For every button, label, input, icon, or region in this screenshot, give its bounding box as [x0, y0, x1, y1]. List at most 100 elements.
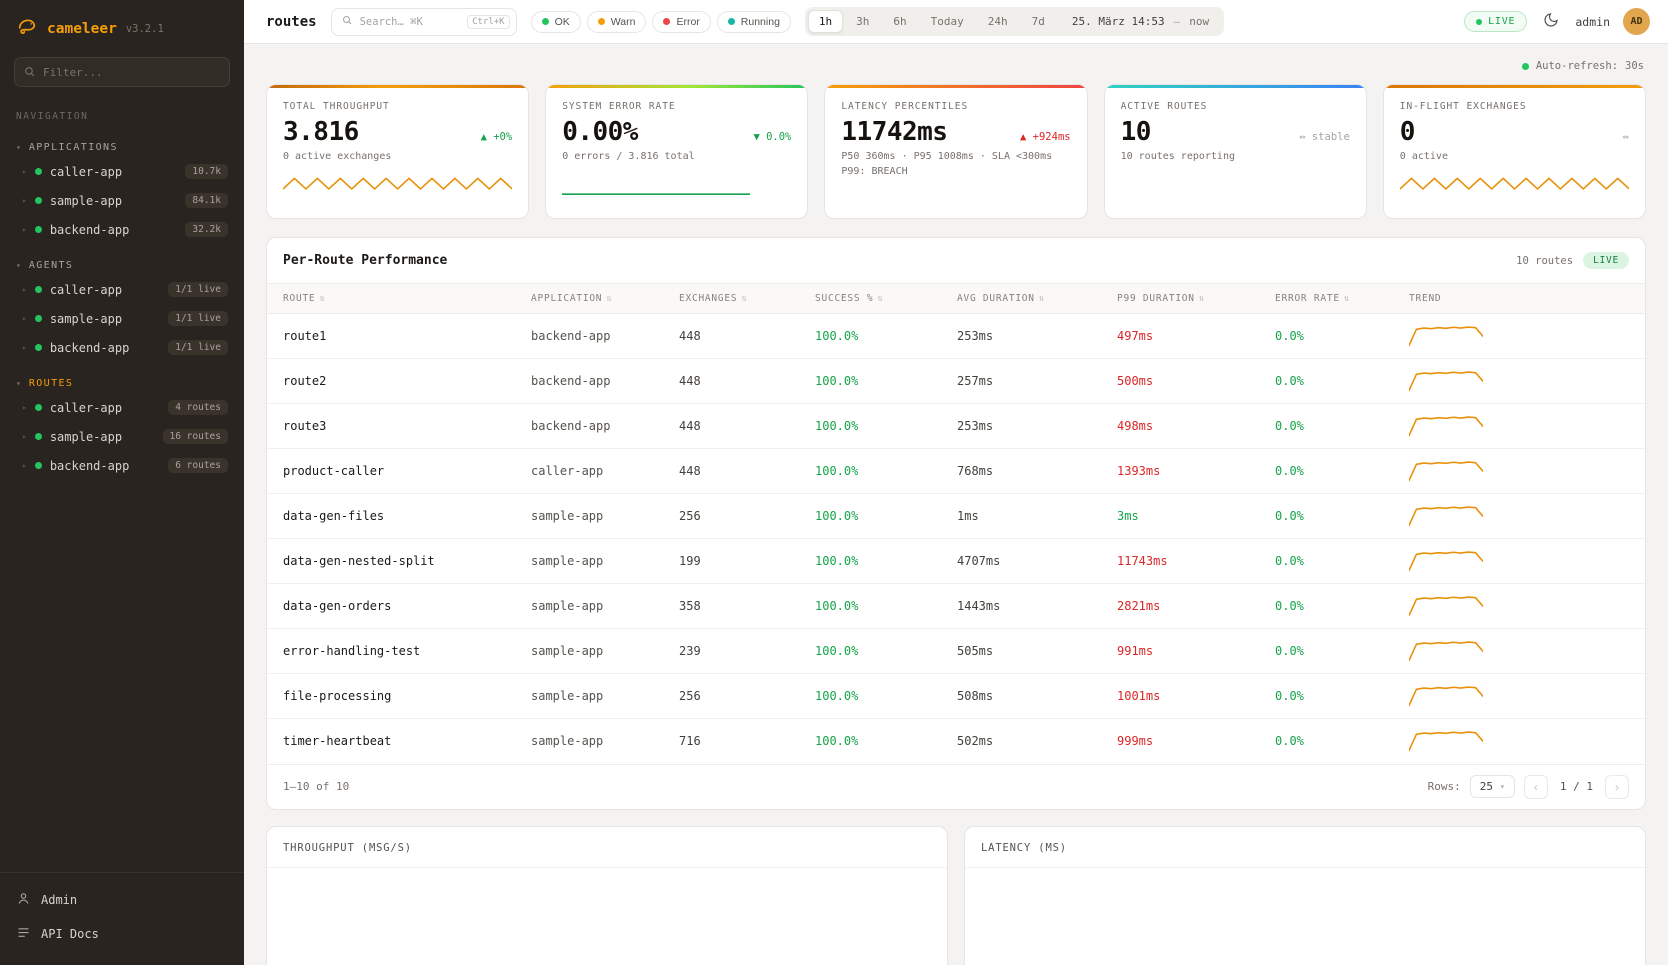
prev-page-button[interactable]: ‹: [1524, 775, 1548, 799]
date-from: 25. März 14:53: [1072, 15, 1165, 28]
range-6h-button[interactable]: 6h: [882, 10, 917, 33]
trend-sparkline: [1409, 638, 1483, 664]
cell-success: 100.0%: [799, 449, 941, 494]
status-dot: [35, 286, 42, 293]
sidebar-item-backend-app[interactable]: ▸ backend-app 32.2k: [0, 215, 244, 244]
navigation-caption: NAVIGATION: [0, 95, 244, 126]
kpi-subtext: P50 360ms · P95 1008ms · SLA <300ms: [841, 151, 1070, 162]
moon-icon: [1543, 12, 1559, 31]
column-header-application[interactable]: APPLICATION⇅: [515, 284, 663, 314]
table-row[interactable]: file-processing sample-app 256 100.0% 50…: [267, 674, 1645, 719]
filter-warn-button[interactable]: Warn: [587, 11, 647, 33]
sort-icon: ⇅: [1199, 294, 1205, 304]
cell-application: sample-app: [515, 629, 663, 674]
sort-icon: ⇅: [1344, 294, 1350, 304]
range-24h-button[interactable]: 24h: [977, 10, 1019, 33]
section-header-agents[interactable]: ▾ AGENTS: [0, 256, 244, 275]
status-dot: [35, 315, 42, 322]
cell-route[interactable]: file-processing: [267, 674, 515, 719]
pagination-range: 1–10 of 10: [283, 780, 349, 793]
table-row[interactable]: data-gen-orders sample-app 358 100.0% 14…: [267, 584, 1645, 629]
cell-route[interactable]: route1: [267, 314, 515, 359]
cell-error-rate: 0.0%: [1259, 539, 1393, 584]
dark-mode-toggle[interactable]: [1540, 9, 1562, 34]
sidebar-item-backend-app-routes[interactable]: ▸ backend-app 6 routes: [0, 451, 244, 480]
table-row[interactable]: route1 backend-app 448 100.0% 253ms 497m…: [267, 314, 1645, 359]
filter-running-button[interactable]: Running: [717, 11, 791, 33]
live-badge[interactable]: LIVE: [1464, 11, 1527, 32]
cell-trend: [1393, 539, 1645, 584]
cell-error-rate: 0.0%: [1259, 674, 1393, 719]
section-header-applications[interactable]: ▾ APPLICATIONS: [0, 138, 244, 157]
sidebar-item-badge: 1/1 live: [168, 311, 228, 326]
logo[interactable]: cameleer v3.2.1: [0, 0, 244, 53]
column-header-route[interactable]: ROUTE⇅: [267, 284, 515, 314]
table-row[interactable]: data-gen-nested-split sample-app 199 100…: [267, 539, 1645, 584]
next-page-button[interactable]: ›: [1605, 775, 1629, 799]
filter-error-button[interactable]: Error: [652, 11, 710, 33]
table-row[interactable]: data-gen-files sample-app 256 100.0% 1ms…: [267, 494, 1645, 539]
sidebar-item-sample-app-routes[interactable]: ▸ sample-app 16 routes: [0, 422, 244, 451]
kpi-label: TOTAL THROUGHPUT: [283, 101, 512, 112]
table-row[interactable]: route3 backend-app 448 100.0% 253ms 498m…: [267, 404, 1645, 449]
cell-exchanges: 199: [663, 539, 799, 584]
cell-exchanges: 448: [663, 449, 799, 494]
cell-trend: [1393, 584, 1645, 629]
sidebar-item-sample-app-agent[interactable]: ▸ sample-app 1/1 live: [0, 304, 244, 333]
column-header-p99-duration[interactable]: P99 DURATION⇅: [1101, 284, 1259, 314]
cell-route[interactable]: data-gen-nested-split: [267, 539, 515, 584]
table-row[interactable]: timer-heartbeat sample-app 716 100.0% 50…: [267, 719, 1645, 764]
column-header-error-rate[interactable]: ERROR RATE⇅: [1259, 284, 1393, 314]
search-input[interactable]: [360, 16, 460, 28]
sidebar-item-badge: 6 routes: [168, 458, 228, 473]
column-header-exchanges[interactable]: EXCHANGES⇅: [663, 284, 799, 314]
cell-route[interactable]: product-caller: [267, 449, 515, 494]
cell-avg-duration: 1ms: [941, 494, 1101, 539]
sidebar-item-label: backend-app: [50, 459, 129, 473]
column-header-success[interactable]: SUCCESS %⇅: [799, 284, 941, 314]
table-row[interactable]: error-handling-test sample-app 239 100.0…: [267, 629, 1645, 674]
sidebar-item-api-docs[interactable]: API Docs: [16, 917, 228, 951]
sidebar-item-badge: 4 routes: [168, 400, 228, 415]
filter-ok-button[interactable]: OK: [531, 11, 581, 33]
table-row[interactable]: route2 backend-app 448 100.0% 257ms 500m…: [267, 359, 1645, 404]
range-7d-button[interactable]: 7d: [1021, 10, 1056, 33]
sidebar-item-label: sample-app: [50, 312, 122, 326]
cell-route[interactable]: route3: [267, 404, 515, 449]
cell-route[interactable]: error-handling-test: [267, 629, 515, 674]
trend-sparkline: [1409, 413, 1483, 439]
time-range-selector: 1h 3h 6h Today 24h 7d 25. März 14:53 — n…: [805, 7, 1224, 36]
section-header-routes[interactable]: ▾ ROUTES: [0, 374, 244, 393]
kpi-subtext-2: P99: BREACH: [841, 166, 1070, 177]
cell-route[interactable]: data-gen-orders: [267, 584, 515, 629]
global-search[interactable]: Ctrl+K: [331, 8, 517, 36]
cell-exchanges: 448: [663, 404, 799, 449]
sidebar-item-caller-app-routes[interactable]: ▸ caller-app 4 routes: [0, 393, 244, 422]
avatar[interactable]: AD: [1623, 8, 1650, 35]
cell-application: backend-app: [515, 359, 663, 404]
table-row[interactable]: product-caller caller-app 448 100.0% 768…: [267, 449, 1645, 494]
cell-route[interactable]: data-gen-files: [267, 494, 515, 539]
range-today-button[interactable]: Today: [920, 10, 975, 33]
cell-exchanges: 256: [663, 494, 799, 539]
sidebar-item-badge: 10.7k: [185, 164, 228, 179]
rows-per-page-select[interactable]: 25 ▾: [1470, 775, 1515, 798]
cell-route[interactable]: timer-heartbeat: [267, 719, 515, 764]
sidebar-item-caller-app-agent[interactable]: ▸ caller-app 1/1 live: [0, 275, 244, 304]
column-header-avg-duration[interactable]: AVG DURATION⇅: [941, 284, 1101, 314]
sidebar-item-caller-app[interactable]: ▸ caller-app 10.7k: [0, 157, 244, 186]
sidebar-item-label: sample-app: [50, 194, 122, 208]
kpi-value: 11742ms: [841, 117, 947, 147]
range-1h-button[interactable]: 1h: [808, 10, 843, 33]
sidebar-item-admin[interactable]: Admin: [16, 883, 228, 917]
sidebar-item-sample-app[interactable]: ▸ sample-app 84.1k: [0, 186, 244, 215]
filter-label: Running: [741, 16, 780, 28]
kpi-sparkline: [1400, 172, 1629, 202]
chart-title: LATENCY (MS): [965, 827, 1645, 868]
cell-route[interactable]: route2: [267, 359, 515, 404]
kpi-label: ACTIVE ROUTES: [1121, 101, 1350, 112]
range-3h-button[interactable]: 3h: [845, 10, 880, 33]
filter-input[interactable]: [14, 57, 230, 87]
cell-p99-duration: 1001ms: [1101, 674, 1259, 719]
sidebar-item-backend-app-agent[interactable]: ▸ backend-app 1/1 live: [0, 333, 244, 362]
